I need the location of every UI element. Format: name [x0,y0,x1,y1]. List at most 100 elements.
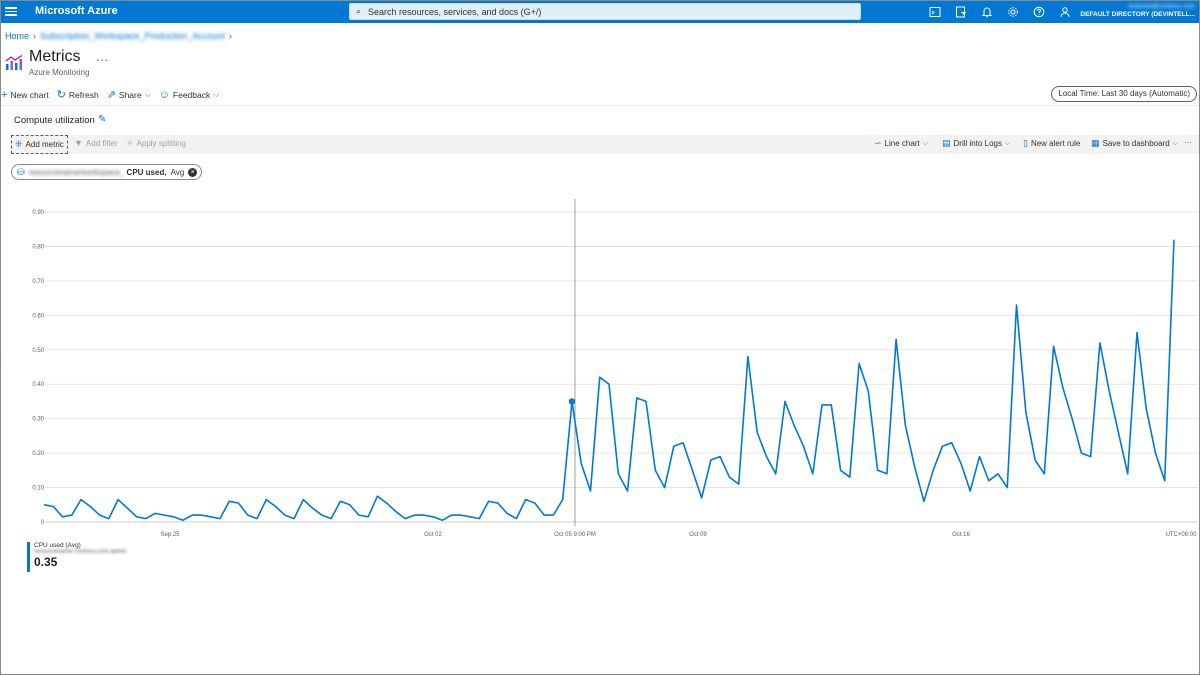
metric-name: CPU used, [126,167,167,177]
breadcrumb: Home › Subscription_Workspace_Production… [5,31,232,41]
x-tick-label: Oct 09 [689,532,707,538]
x-tick-label: Oct 16 [952,532,970,538]
breadcrumb-resource[interactable]: Subscription_Workspace_Production_Accoun… [40,31,225,41]
header-divider [1,105,1199,106]
new-alert-rule-button[interactable]: ▯ New alert rule [1023,138,1080,149]
save-dashboard-label: Save to dashboard [1102,139,1170,148]
breadcrumb-home[interactable]: Home [5,31,29,41]
chart-legend[interactable]: CPU used (Avg) resourcename-contoso.com.… [27,542,126,572]
page-title: Metrics [29,48,81,65]
chevron-down-icon: ⌵ [1004,139,1011,147]
smiley-icon: ☺ [158,89,170,101]
feedback-button[interactable]: ☺ Feedback ⌵ [158,89,220,101]
top-icon-group [925,4,1075,20]
save-to-dashboard-button[interactable]: ▦ Save to dashboard ⌵ [1091,138,1178,149]
add-filter-label: Add filter [85,138,118,148]
new-alert-label: New alert rule [1030,139,1081,148]
global-search-input[interactable] [368,5,848,18]
line-chart-icon: ∽ [874,138,882,148]
add-metric-label: Add metric [25,140,64,149]
logs-icon: ▤ [942,138,951,148]
add-filter-button[interactable]: ▼ Add filter [74,138,118,148]
y-tick-label: 0.90 [32,210,44,216]
y-tick-label: 0.50 [32,348,44,354]
brand-title[interactable]: Microsoft Azure [35,5,118,17]
apply-splitting-button[interactable]: ✧ Apply splitting [126,138,186,149]
chevron-down-icon: ⌵ [213,90,220,99]
time-range-picker[interactable]: Local Time: Last 30 days (Automatic) [1051,86,1197,102]
cursor-point [568,398,576,405]
y-tick-label: 0.80 [32,244,44,250]
metric-aggregation: Avg [170,167,185,177]
x-tick-label: Sep 25 [160,532,180,538]
account-user: testuser@contoso.com [1128,3,1195,10]
notifications-icon[interactable] [977,4,997,20]
settings-icon[interactable] [1003,4,1023,20]
share-label: Share [118,90,142,100]
share-button[interactable]: ⇗ Share ⌵ [106,89,151,101]
more-options-button[interactable]: ... [96,50,109,64]
top-navigation-bar: Microsoft Azure ⌕ Search resources, serv… [1,1,1199,23]
chevron-down-icon: ⌵ [1172,139,1178,147]
toolbar-more-button[interactable]: ··· [1184,138,1192,147]
help-icon[interactable] [1029,4,1049,20]
global-search-box[interactable]: ⌕ [349,3,861,20]
command-bar: + New chart ↻ Refresh ⇗ Share ⌵ ☺ Feedba… [1,87,1199,103]
portal-menu-icon[interactable] [5,5,17,17]
metric-selector-pill[interactable]: ⛁ resourcename/workspace_ws... CPU used,… [11,164,203,180]
drill-logs-label: Drill into Logs [953,139,1002,148]
new-chart-button[interactable]: + New chart [1,89,49,101]
metrics-line-chart[interactable]: 0 0.10 0.20 0.30 0.40 0.50 0.60 0.70 0.80 0.90 Sep… [1,191,1200,551]
legend-series-name: CPU used (Avg) [34,542,81,549]
refresh-label: Refresh [68,90,99,100]
splitting-icon: ✧ [126,138,134,148]
refresh-icon: ↻ [56,89,66,101]
azure-portal-window: Microsoft Azure ⌕ Search resources, serv… [0,0,1200,675]
share-icon: ⇗ [106,89,116,101]
series-line-cpu-used [43,239,1175,522]
y-tick-label: 0.30 [32,417,44,423]
feedback-icon[interactable] [1055,4,1075,20]
y-tick-label: 0 [41,520,45,526]
metrics-icon [5,55,23,70]
account-directory: DEFAULT DIRECTORY (DEVINTELL... [1080,11,1195,18]
filter-icon: ▼ [74,138,83,148]
search-icon: ⌕ [356,6,362,16]
x-tick-label: Oct 05 9:00 PM [554,532,596,538]
chevron-right-icon: › [228,31,232,41]
y-tick-label: 0.70 [32,279,44,285]
metric-resource: resourcename/workspace_ws... [28,167,123,177]
chevron-down-icon: ⌵ [922,139,928,147]
account-menu[interactable]: testuser@contoso.com DEFAULT DIRECTORY (… [1080,3,1195,19]
drill-into-logs-button[interactable]: ▤ Drill into Logs ⌵ [942,138,1010,149]
legend-value: 0.35 [34,555,58,569]
cloud-shell-icon[interactable] [925,4,945,20]
add-metric-button[interactable]: ⁜ Add metric [11,135,68,154]
database-icon: ⛁ [17,166,25,177]
line-chart-dropdown[interactable]: ∽ Line chart ⌵ [874,138,928,149]
page-subtitle: Azure Monitoring [29,68,90,77]
new-chart-label: New chart [10,90,49,100]
y-tick-label: 0.60 [32,313,44,319]
line-chart-label: Line chart [884,139,920,148]
edit-title-icon[interactable]: ✎ [98,114,106,125]
y-tick-label: 0.40 [32,382,44,388]
apply-splitting-label: Apply splitting [136,139,186,148]
chevron-right-icon: › [33,31,37,41]
feedback-label: Feedback [172,90,211,100]
directory-filter-icon[interactable] [951,4,971,20]
x-tick-label: Oct 02 [424,532,442,538]
y-tick-label: 0.10 [32,486,44,492]
x-tick-label: UTC+06:00 [1166,532,1198,538]
chart-title[interactable]: Compute utilization [14,115,95,126]
remove-metric-icon[interactable]: × [188,167,198,177]
chart-toolbar: ⁜ Add metric ▼ Add filter ✧ Apply splitt… [10,135,1199,154]
chevron-down-icon: ⌵ [144,90,151,99]
refresh-button[interactable]: ↻ Refresh [56,89,99,101]
add-metric-icon: ⁜ [15,139,23,149]
plus-icon: + [1,89,8,101]
y-tick-label: 0.20 [32,451,44,457]
save-icon: ▦ [1091,138,1100,148]
legend-resource: resourcename-contoso.com.admin [34,549,127,555]
alert-icon: ▯ [1023,138,1028,148]
